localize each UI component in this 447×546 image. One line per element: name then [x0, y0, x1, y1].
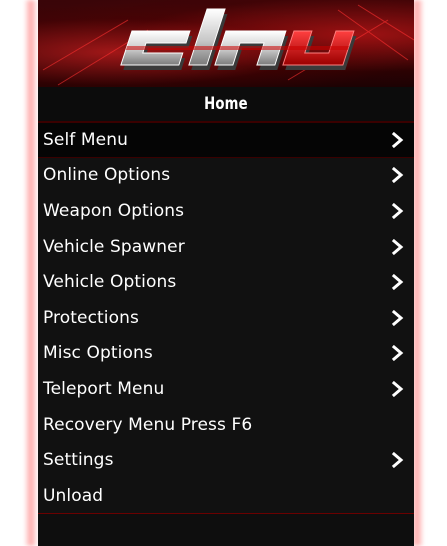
menu-item-vehicle-options[interactable]: Vehicle Options	[38, 264, 414, 300]
page-title: Home	[204, 94, 248, 114]
chevron-right-icon	[391, 167, 404, 184]
menu-item-misc-options[interactable]: Misc Options	[38, 336, 414, 372]
menu-item-label: Settings	[43, 450, 114, 471]
menu-item-protections[interactable]: Protections	[38, 300, 414, 336]
chevron-right-icon	[391, 452, 404, 469]
mod-menu: Home Self Menu Online Options Weapon Optio…	[38, 0, 414, 546]
menu-item-label: Vehicle Spawner	[43, 236, 185, 257]
left-glow	[24, 0, 38, 546]
menu-footer	[38, 513, 414, 546]
menu-item-label: Unload	[43, 485, 104, 506]
chevron-right-icon	[391, 274, 404, 291]
menu-item-label: Teleport Menu	[43, 378, 165, 399]
menu-item-label: Weapon Options	[43, 200, 185, 221]
menu-item-label: Self Menu	[43, 129, 128, 150]
menu-item-label: Recovery Menu Press F6	[43, 414, 253, 435]
menu-item-self-menu[interactable]: Self Menu	[38, 122, 414, 158]
chevron-right-icon	[391, 380, 404, 397]
menu-banner-logo	[38, 0, 414, 87]
chevron-right-icon	[391, 309, 404, 326]
chevron-right-icon	[391, 345, 404, 362]
menu-item-online-options[interactable]: Online Options	[38, 158, 414, 194]
menu-header: Home	[38, 87, 414, 122]
menu-item-vehicle-spawner[interactable]: Vehicle Spawner	[38, 229, 414, 265]
menu-item-label: Misc Options	[43, 343, 153, 364]
chevron-right-icon	[391, 202, 404, 219]
menu-item-teleport-menu[interactable]: Teleport Menu	[38, 371, 414, 407]
menu-item-unload[interactable]: Unload	[38, 478, 414, 514]
menu-item-label: Vehicle Options	[43, 272, 177, 293]
chevron-right-icon	[391, 131, 404, 148]
menu-list: Self Menu Online Options Weapon Options Veh…	[38, 122, 414, 514]
chevron-right-icon	[391, 238, 404, 255]
menu-item-weapon-options[interactable]: Weapon Options	[38, 193, 414, 229]
menu-window: Home Self Menu Online Options Weapon Optio…	[0, 0, 447, 546]
menu-item-label: Protections	[43, 307, 139, 328]
menu-item-label: Online Options	[43, 165, 171, 186]
menu-item-recovery-menu-press-f6[interactable]: Recovery Menu Press F6	[38, 407, 414, 443]
menu-item-settings[interactable]: Settings	[38, 442, 414, 478]
logo-graphic	[42, 4, 414, 86]
